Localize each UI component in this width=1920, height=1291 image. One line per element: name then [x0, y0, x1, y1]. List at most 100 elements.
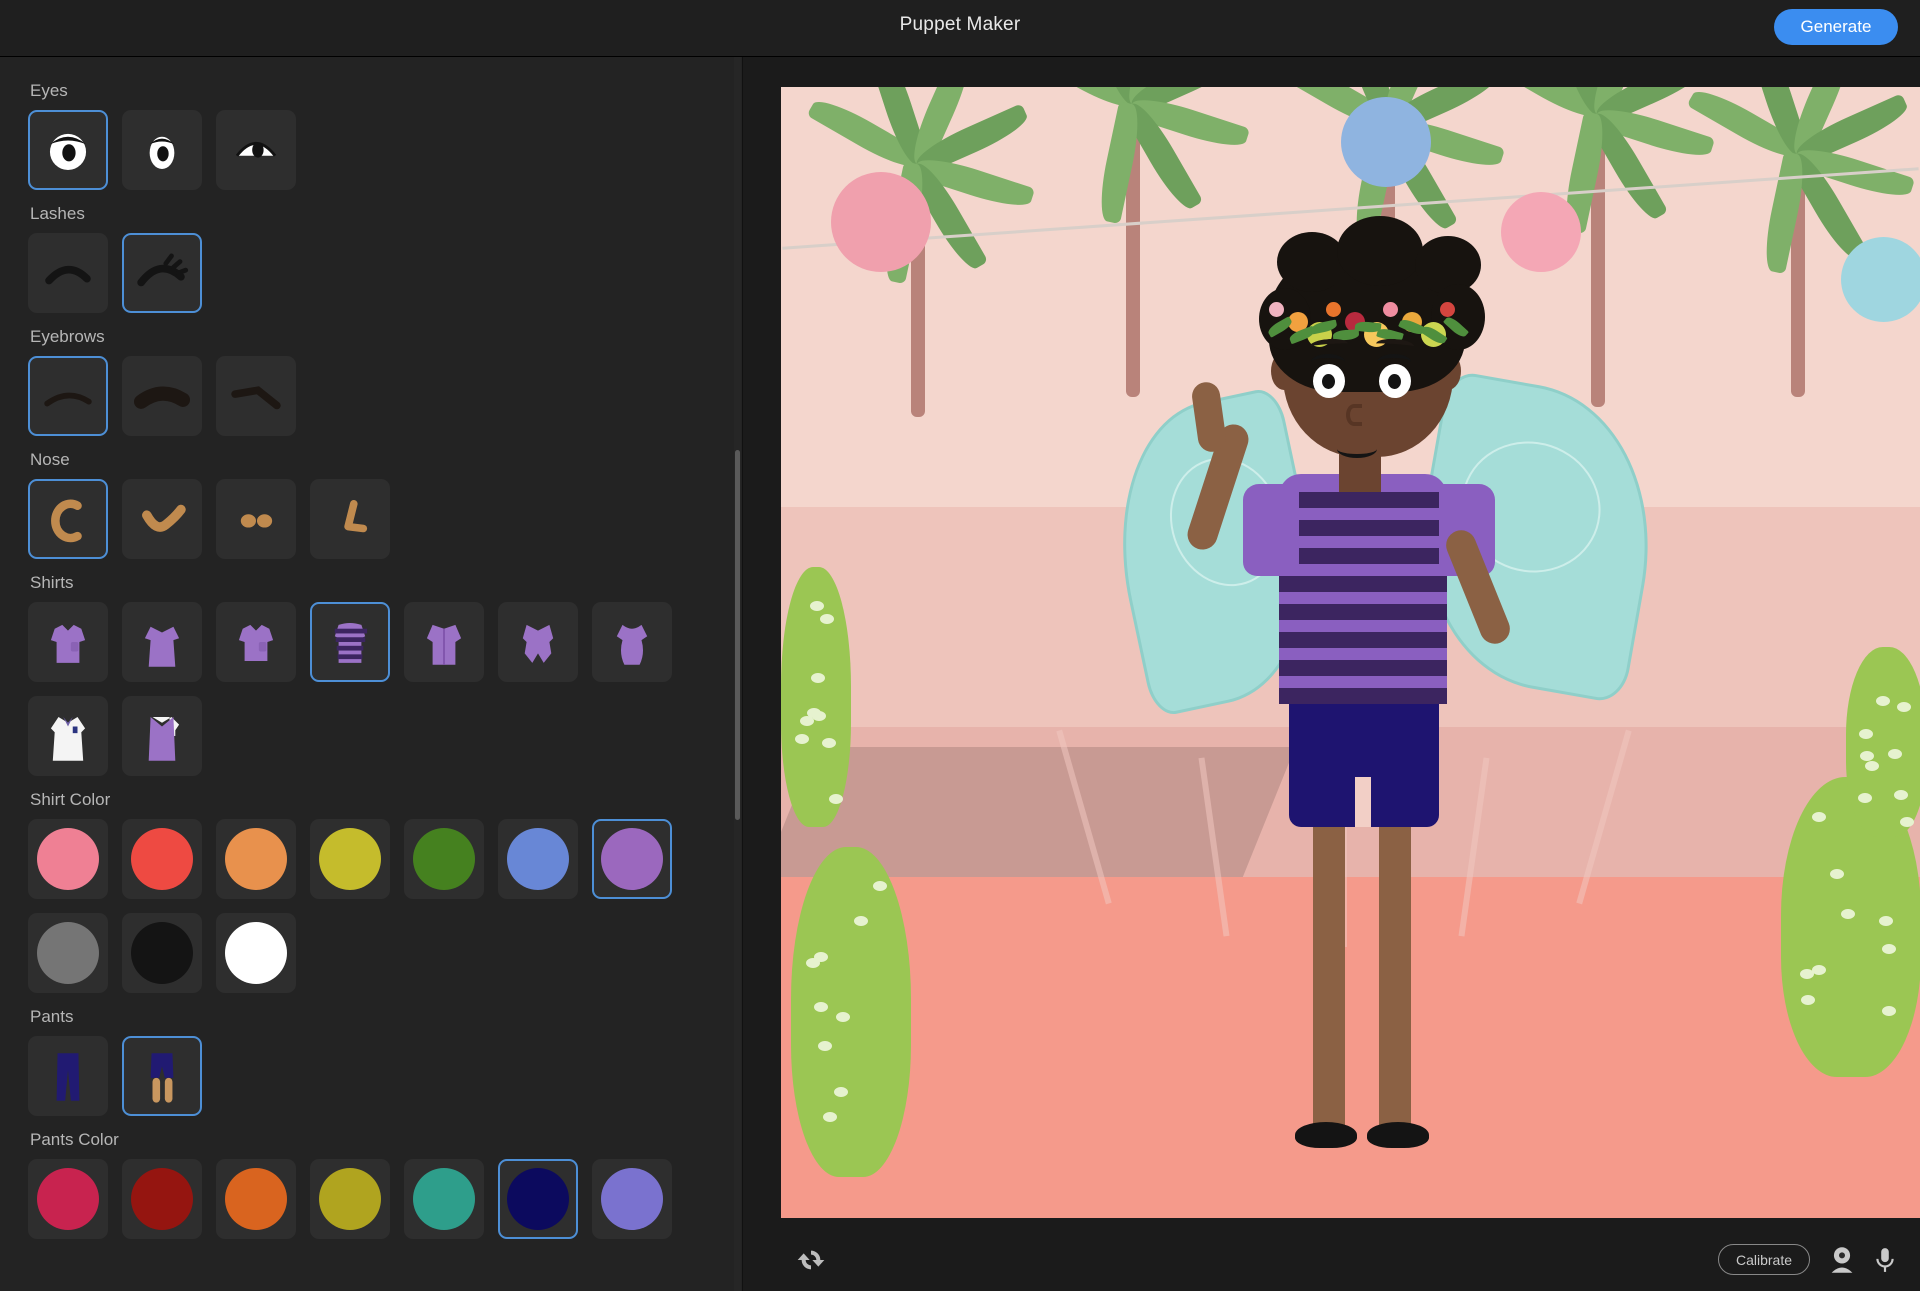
- leg-right: [1379, 817, 1411, 1137]
- pants-color-options: [28, 1159, 728, 1239]
- swatch-white-dot: [225, 922, 287, 984]
- app-header: Puppet Maker Generate: [0, 0, 1920, 57]
- sidebar-scrollbar-thumb[interactable]: [735, 450, 740, 820]
- calibrate-button[interactable]: Calibrate: [1718, 1244, 1810, 1275]
- swatch-yellow[interactable]: [310, 819, 390, 899]
- swatch-purple[interactable]: [592, 819, 672, 899]
- nose-c-curve[interactable]: [28, 479, 108, 559]
- shirt-striped-tee-icon: [312, 602, 388, 682]
- shirt-polo[interactable]: [28, 602, 108, 682]
- swatch-dark-red[interactable]: [122, 1159, 202, 1239]
- cactus-dot-3-6: [1858, 793, 1872, 803]
- swatch-navy[interactable]: [498, 1159, 578, 1239]
- cactus-dot-3-5: [1888, 749, 1902, 759]
- swatch-green[interactable]: [404, 819, 484, 899]
- stage-toolbar: Calibrate: [743, 1230, 1920, 1291]
- eye-round-large[interactable]: [28, 110, 108, 190]
- pants-shorts[interactable]: [122, 1036, 202, 1116]
- shirt-long-dress[interactable]: [122, 602, 202, 682]
- cactus-dot-2-3: [1801, 995, 1815, 1005]
- swatch-dark-red-dot: [131, 1168, 193, 1230]
- shirt-lab-coat[interactable]: [28, 696, 108, 776]
- swatch-burnt-orange-dot: [225, 1168, 287, 1230]
- nose-check-mark[interactable]: [122, 479, 202, 559]
- shirt-color-options: [28, 819, 728, 993]
- swatch-pink[interactable]: [28, 819, 108, 899]
- shirt-tank-frill-icon: [500, 602, 576, 682]
- shirt-button-down[interactable]: [404, 602, 484, 682]
- eye-oval-small[interactable]: [122, 110, 202, 190]
- nose-l-shape[interactable]: [310, 479, 390, 559]
- cactus-dot-2-1: [1879, 916, 1893, 926]
- shirt-vest[interactable]: [122, 696, 202, 776]
- options-sidebar[interactable]: Eyes Lashes Eyebrows Nose Shirts Shirt Color P…: [0, 57, 742, 1291]
- swatch-black[interactable]: [122, 913, 202, 993]
- swatch-crimson-dot: [37, 1168, 99, 1230]
- swatch-periwinkle[interactable]: [592, 1159, 672, 1239]
- shoe-left: [1295, 1122, 1357, 1148]
- swatch-periwinkle-dot: [601, 1168, 663, 1230]
- lash-right: [1377, 354, 1411, 370]
- sleeve-left: [1243, 484, 1299, 576]
- lash-spiky-icon: [124, 233, 200, 313]
- shirt-stripe-4: [1279, 604, 1447, 620]
- lantern-1: [1341, 97, 1431, 187]
- cactus-dot-2-0: [1812, 812, 1826, 822]
- shirt-stripe-3: [1279, 576, 1447, 592]
- page-title: Puppet Maker: [0, 14, 1920, 36]
- microphone-icon[interactable]: [1872, 1245, 1898, 1275]
- brow-thin-arc[interactable]: [28, 356, 108, 436]
- swatch-orange-dot: [225, 828, 287, 890]
- swatch-red[interactable]: [122, 819, 202, 899]
- swatch-gray[interactable]: [28, 913, 108, 993]
- cactus-dot-0-1: [854, 916, 868, 926]
- brow-angled-icon: [218, 356, 294, 436]
- lash-spiky[interactable]: [122, 233, 202, 313]
- swatch-blue-dot: [507, 828, 569, 890]
- swatch-olive-dot: [319, 1168, 381, 1230]
- brow-angled[interactable]: [216, 356, 296, 436]
- shirt-stripe-7: [1279, 688, 1447, 704]
- pants-long-trousers[interactable]: [28, 1036, 108, 1116]
- section-label-lashes: Lashes: [30, 204, 742, 224]
- pants-shorts-icon: [124, 1036, 200, 1116]
- swatch-blue[interactable]: [498, 819, 578, 899]
- shirt-long-dress-icon: [124, 602, 200, 682]
- brow-thick-bushy[interactable]: [122, 356, 202, 436]
- swatch-orange[interactable]: [216, 819, 296, 899]
- swatch-green-dot: [413, 828, 475, 890]
- cactus-dot-0-6: [818, 1041, 832, 1051]
- generate-button[interactable]: Generate: [1774, 9, 1898, 45]
- swatch-burnt-orange[interactable]: [216, 1159, 296, 1239]
- swatch-white[interactable]: [216, 913, 296, 993]
- webcam-icon[interactable]: [1828, 1245, 1856, 1275]
- shoe-right: [1367, 1122, 1429, 1148]
- cactus-dot-1-3: [812, 711, 826, 721]
- leg-left: [1313, 817, 1345, 1137]
- shirt-tank-frill[interactable]: [498, 602, 578, 682]
- lash-plain-arc[interactable]: [28, 233, 108, 313]
- nose-two-nostrils[interactable]: [216, 479, 296, 559]
- eye-round-large-icon: [30, 110, 106, 190]
- sidebar-content: Eyes Lashes Eyebrows Nose Shirts Shirt Color P…: [0, 57, 742, 1239]
- swatch-purple-dot: [601, 828, 663, 890]
- swatch-olive[interactable]: [310, 1159, 390, 1239]
- section-label-eyes: Eyes: [30, 81, 742, 101]
- swatch-teal[interactable]: [404, 1159, 484, 1239]
- shirt-stripe-0: [1279, 492, 1447, 508]
- refresh-icon[interactable]: [795, 1244, 827, 1276]
- crown-flower-6: [1383, 302, 1398, 317]
- swatch-gray-dot: [37, 922, 99, 984]
- eye-half-dome[interactable]: [216, 110, 296, 190]
- swatch-crimson[interactable]: [28, 1159, 108, 1239]
- shirt-blouse[interactable]: [592, 602, 672, 682]
- shirt-pocket-tee[interactable]: [216, 602, 296, 682]
- swatch-pink-dot: [37, 828, 99, 890]
- nose-two-nostrils-icon: [218, 479, 294, 559]
- cactus-dot-0-3: [814, 952, 828, 962]
- shirt-pocket-tee-icon: [218, 602, 294, 682]
- swatch-red-dot: [131, 828, 193, 890]
- character-puppet: [1131, 192, 1591, 1212]
- shirt-striped-tee[interactable]: [310, 602, 390, 682]
- eye-oval-small-icon: [124, 110, 200, 190]
